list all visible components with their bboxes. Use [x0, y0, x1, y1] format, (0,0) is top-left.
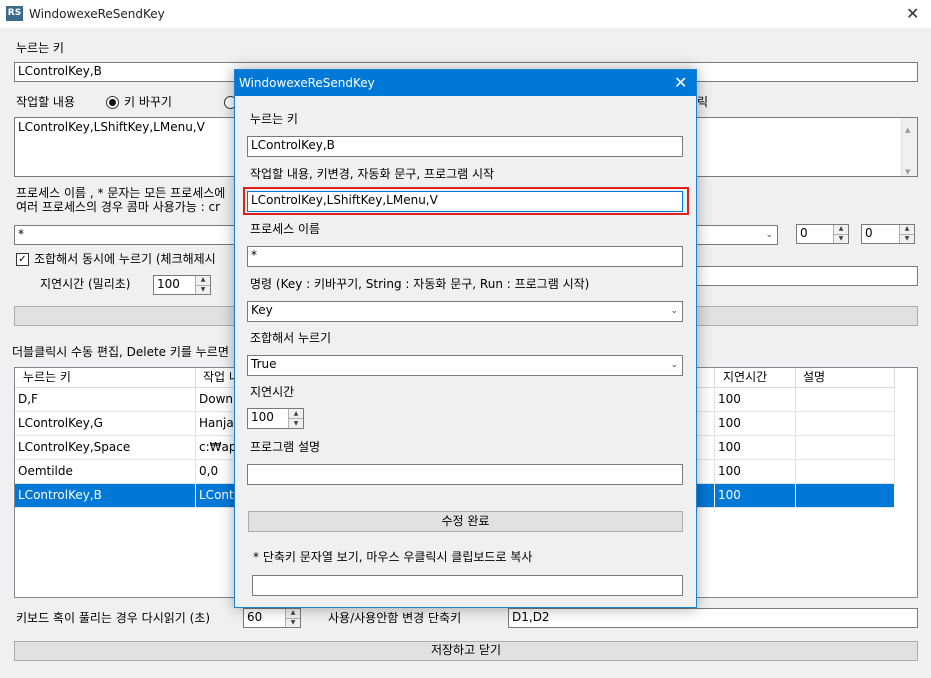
dlg-desc-label: 프로그램 설명	[250, 440, 321, 454]
spin-up-icon[interactable]: ▲	[900, 225, 914, 234]
edit-dialog: WindowexeReSendKey ✕ 누르는 키 LControlKey,B…	[234, 69, 697, 608]
dlg-press-key-input[interactable]: LControlKey,B	[247, 136, 683, 157]
dlg-combine-label: 조합해서 누르기	[250, 331, 332, 345]
spin-down-icon[interactable]: ▼	[834, 233, 848, 244]
cell-delay: 100	[715, 388, 796, 412]
spin-up-icon[interactable]: ▲	[834, 225, 848, 234]
dlg-desc-input[interactable]	[247, 464, 683, 485]
delay-spinner[interactable]: 100 ▲ ▼	[153, 275, 211, 295]
save-close-button[interactable]: 저장하고 닫기	[14, 641, 918, 661]
cell-delay: 100	[715, 436, 796, 460]
spin-b-buttons[interactable]: ▲ ▼	[899, 225, 914, 243]
right-field[interactable]	[696, 266, 918, 286]
dlg-command-value: Key	[251, 303, 273, 317]
app-icon: RS	[6, 6, 23, 21]
dlg-combine-value: True	[251, 357, 277, 371]
spin-b-value: 0	[865, 226, 873, 240]
cell-desc	[796, 436, 895, 460]
spin-down-icon[interactable]: ▼	[286, 617, 300, 628]
radio-right-label: 릭	[697, 95, 709, 109]
cell-desc	[796, 460, 895, 484]
column-header[interactable]: 지연시간	[715, 368, 796, 388]
cell-key: LControlKey,G	[15, 412, 196, 436]
toggle-shortcut-input[interactable]: D1,D2	[508, 608, 918, 628]
dlg-delay-label: 지연시간	[250, 385, 295, 399]
spin-down-icon[interactable]: ▼	[289, 418, 303, 428]
dlg-press-key-label: 누르는 키	[250, 112, 298, 126]
spin-up-icon[interactable]: ▲	[286, 609, 300, 618]
radio-key-change[interactable]	[106, 96, 119, 109]
process-label-line1: 프로세스 이름 , * 문자는 모든 프로세스에	[16, 186, 226, 200]
dlg-combine-combo[interactable]: True ⌄	[247, 355, 683, 376]
scroll-down-icon[interactable]: ▼	[905, 164, 910, 176]
spin-down-icon[interactable]: ▼	[900, 233, 914, 244]
cell-desc	[796, 388, 895, 412]
reload-spin-buttons[interactable]: ▲ ▼	[285, 609, 300, 627]
grid-caption: 더블클릭시 수동 편집, Delete 키를 누르면	[12, 345, 229, 359]
dlg-process-label: 프로세스 이름	[250, 222, 321, 236]
dlg-command-combo[interactable]: Key ⌄	[247, 301, 683, 322]
spin-a-value: 0	[800, 226, 808, 240]
task-label: 작업할 내용	[16, 95, 76, 109]
title-bar: RS WindowexeReSendKey ✕	[0, 0, 931, 28]
cell-key: Oemtilde	[15, 460, 196, 484]
combine-check-label: 조합해서 동시에 누르기 (체크해제시	[34, 252, 216, 266]
scroll-up-icon[interactable]: ▲	[905, 122, 910, 138]
cell-delay: 100	[715, 484, 796, 508]
dialog-title-bar: WindowexeReSendKey ✕	[235, 70, 696, 96]
dlg-task-input[interactable]: LControlKey,LShiftKey,LMenu,V	[247, 191, 683, 212]
reload-value: 60	[247, 610, 263, 624]
window-title: WindowexeReSendKey	[29, 7, 165, 21]
radio-key-change-label: 키 바꾸기	[124, 95, 172, 109]
cell-key: LControlKey,Space	[15, 436, 196, 460]
process-combo-value: *	[18, 227, 24, 241]
spin-up-icon[interactable]: ▲	[289, 409, 303, 418]
chevron-down-icon[interactable]: ⌄	[670, 302, 678, 321]
cell-delay: 100	[715, 460, 796, 484]
delay-value: 100	[157, 277, 180, 291]
reload-label: 키보드 혹이 풀리는 경우 다시읽기 (초)	[16, 611, 211, 625]
chevron-down-icon[interactable]: ⌄	[765, 226, 773, 244]
cell-desc	[796, 484, 895, 508]
spin-up-icon[interactable]: ▲	[196, 276, 210, 285]
dlg-note: * 단축키 문자열 보기, 마우스 우클릭시 클립보드로 복사	[253, 550, 533, 564]
cell-delay: 100	[715, 412, 796, 436]
chevron-down-icon[interactable]: ⌄	[670, 356, 678, 375]
spin-a-buttons[interactable]: ▲ ▼	[833, 225, 848, 243]
dialog-title: WindowexeReSendKey	[239, 76, 375, 90]
combine-checkbox[interactable]: ✓	[16, 253, 29, 266]
reload-spinner[interactable]: 60 ▲ ▼	[243, 608, 301, 628]
spin-down-icon[interactable]: ▼	[196, 284, 210, 295]
task-scrollbar[interactable]: ▲ ▼	[901, 118, 917, 176]
press-key-label: 누르는 키	[16, 41, 64, 55]
dlg-delay-spin-buttons[interactable]: ▲ ▼	[288, 409, 303, 428]
dlg-delay-spinner[interactable]: 100 ▲ ▼	[247, 408, 304, 429]
column-header[interactable]: 설명	[796, 368, 895, 388]
dlg-command-label: 명령 (Key : 키바꾸기, String : 자동화 문구, Run : 프…	[250, 277, 590, 291]
dlg-delay-value: 100	[251, 410, 274, 424]
delay-label: 지연시간 (밀리초)	[40, 277, 131, 291]
column-header[interactable]: 누르는 키	[15, 368, 196, 388]
spin-a[interactable]: 0 ▲ ▼	[796, 224, 849, 244]
delay-spin-buttons[interactable]: ▲ ▼	[195, 276, 210, 294]
cell-key: D,F	[15, 388, 196, 412]
dlg-note-input[interactable]	[252, 575, 683, 596]
dialog-close-button[interactable]: ✕	[674, 75, 687, 91]
dlg-process-input[interactable]: *	[247, 246, 683, 267]
process-label-line2: 여러 프로세스의 경우 콤마 사용가능 : cr	[16, 200, 221, 214]
task-text: LControlKey,LShiftKey,LMenu,V	[18, 120, 205, 134]
dlg-task-label: 작업할 내용, 키변경, 자동화 문구, 프로그램 시작	[250, 167, 495, 181]
cell-desc	[796, 412, 895, 436]
window-close-button[interactable]: ✕	[906, 6, 919, 22]
cell-key: LControlKey,B	[15, 484, 196, 508]
spin-b[interactable]: 0 ▲ ▼	[861, 224, 915, 244]
toggle-shortcut-label: 사용/사용안함 변경 단축키	[328, 611, 462, 625]
done-button[interactable]: 수정 완료	[248, 511, 683, 532]
